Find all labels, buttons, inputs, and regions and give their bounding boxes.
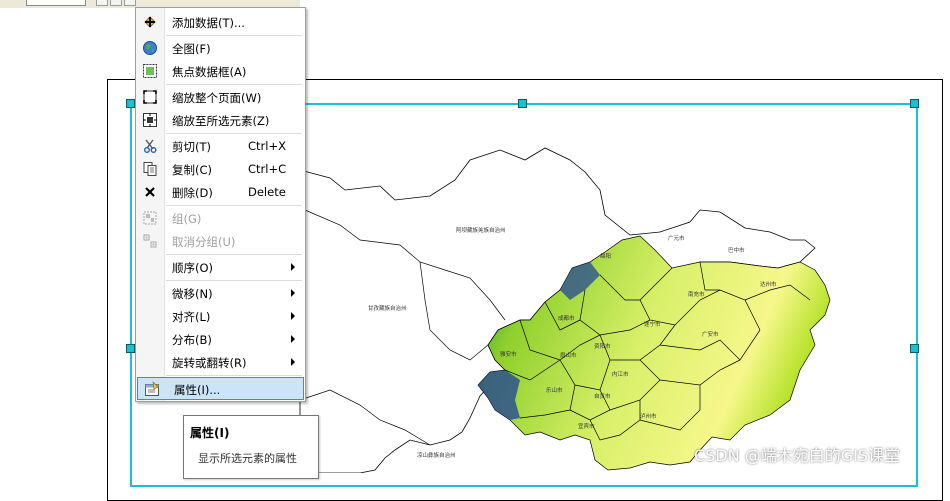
zoom-page-icon — [143, 90, 157, 104]
menu-item-full-extent[interactable]: 全图(F) — [136, 37, 305, 60]
submenu-arrow-icon — [291, 289, 295, 297]
properties-tooltip: 属性(I) 显示所选元素的属性 — [183, 415, 319, 479]
menu-item-order[interactable]: 顺序(O) — [136, 256, 305, 279]
watermark: CSDN @端木宛白的GIS课堂 — [694, 446, 900, 465]
resize-handle-right[interactable] — [910, 344, 919, 353]
menu-separator — [166, 280, 302, 281]
menu-item-rotate-or-flip[interactable]: 旋转或翻转(R) — [136, 351, 305, 374]
resize-handle-top-right[interactable] — [910, 99, 919, 108]
menu-item-copy[interactable]: 复制(C) Ctrl+C — [136, 158, 305, 181]
resize-handle-left[interactable] — [126, 344, 135, 353]
scissors-icon — [144, 139, 157, 153]
menu-item-ungroup[interactable]: 取消分组(U) — [136, 230, 305, 253]
tooltip-description: 显示所选元素的属性 — [198, 452, 297, 465]
menu-item-zoom-whole-page[interactable]: 缩放整个页面(W) — [136, 86, 305, 109]
menu-separator — [166, 205, 302, 206]
menu-item-properties[interactable]: 属性(I)... — [137, 377, 304, 400]
menu-separator — [166, 133, 302, 134]
menu-item-zoom-to-selected[interactable]: 缩放至所选元素(Z) — [136, 109, 305, 132]
menu-item-focus-data-frame[interactable]: 焦点数据框(A) — [136, 60, 305, 83]
menu-item-add-data[interactable]: 添加数据(T)... — [136, 11, 305, 34]
copy-icon — [143, 162, 157, 176]
menu-separator — [166, 375, 302, 376]
submenu-arrow-icon — [291, 358, 295, 366]
focus-frame-icon — [143, 64, 157, 78]
zoom-selected-icon — [143, 113, 157, 127]
resize-handle-top[interactable] — [518, 99, 527, 108]
menu-item-cut[interactable]: 剪切(T) Ctrl+X — [136, 135, 305, 158]
menu-item-nudge[interactable]: 微移(N) — [136, 282, 305, 305]
menu-item-delete[interactable]: 删除(D) Delete — [136, 181, 305, 204]
menu-separator — [166, 35, 302, 36]
submenu-arrow-icon — [291, 335, 295, 343]
add-data-icon — [144, 16, 156, 28]
menu-item-group[interactable]: 组(G) — [136, 207, 305, 230]
ungroup-icon — [143, 234, 157, 248]
menu-separator — [166, 84, 302, 85]
menu-item-align[interactable]: 对齐(L) — [136, 305, 305, 328]
tooltip-title: 属性(I) — [190, 426, 230, 440]
delete-x-icon — [145, 187, 155, 197]
globe-icon — [143, 41, 157, 55]
resize-handle-top-left[interactable] — [126, 99, 135, 108]
properties-icon — [145, 381, 159, 396]
group-icon — [143, 211, 157, 225]
submenu-arrow-icon — [291, 312, 295, 320]
context-menu: 添加数据(T)... 全图(F) 焦点数据框(A) 缩放整个页面(W) 缩放至所… — [135, 7, 306, 402]
menu-item-distribute[interactable]: 分布(B) — [136, 328, 305, 351]
submenu-arrow-icon — [291, 263, 295, 271]
menu-separator — [166, 254, 302, 255]
